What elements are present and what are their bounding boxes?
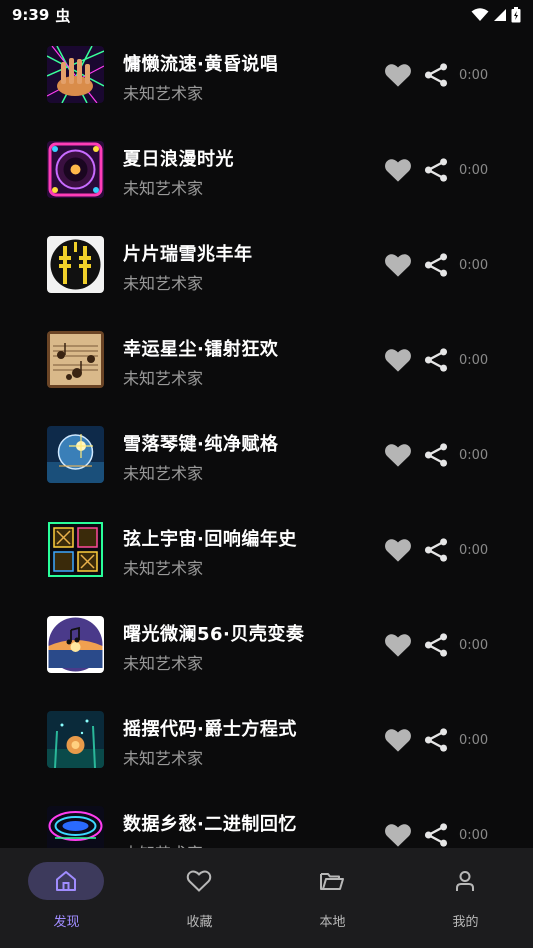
battery-icon [511, 7, 521, 23]
song-duration: 0:00 [459, 638, 489, 653]
nav-tab-mine[interactable]: 我的 [399, 848, 532, 948]
song-duration: 0:00 [459, 543, 489, 558]
song-row[interactable]: 弦上宇宙·回响编年史 未知艺术家 0:00 [0, 503, 533, 598]
status-time: 9:39 [12, 6, 50, 24]
song-duration: 0:00 [459, 353, 489, 368]
song-title: 数据乡愁·二进制回忆 [123, 814, 297, 835]
share-icon[interactable] [423, 157, 449, 183]
song-row[interactable]: 慵懒流速·黄昏说唱 未知艺术家 0:00 [0, 28, 533, 123]
favorite-heart-icon[interactable] [384, 252, 412, 278]
song-artist: 未知艺术家 [123, 84, 204, 103]
share-icon[interactable] [423, 537, 449, 563]
share-icon[interactable] [423, 347, 449, 373]
wifi-icon [471, 8, 489, 21]
favorite-heart-icon[interactable] [384, 632, 412, 658]
song-duration: 0:00 [459, 828, 489, 843]
song-duration: 0:00 [459, 68, 489, 83]
nav-active-indicator [28, 862, 104, 900]
favorite-heart-icon[interactable] [384, 157, 412, 183]
share-icon[interactable] [423, 822, 449, 848]
share-icon[interactable] [423, 442, 449, 468]
nav-label-local: 本地 [319, 915, 346, 930]
status-indicators [471, 7, 521, 23]
song-list[interactable]: 慵懒流速·黄昏说唱 未知艺术家 0:00 夏日浪漫时光 未知艺术家 0:00 片… [0, 28, 533, 848]
nav-tab-discover[interactable]: 发现 [0, 848, 133, 948]
song-duration: 0:00 [459, 258, 489, 273]
song-artist: 未知艺术家 [123, 464, 204, 483]
song-row[interactable]: 摇摆代码·爵士方程式 未知艺术家 0:00 [0, 693, 533, 788]
album-cover [47, 331, 104, 388]
song-title: 雪落琴键·纯净赋格 [123, 434, 279, 455]
album-cover [47, 521, 104, 578]
song-title: 曙光微澜56·贝壳变奏 [123, 624, 305, 645]
share-icon[interactable] [423, 727, 449, 753]
song-title: 弦上宇宙·回响编年史 [123, 529, 297, 550]
folder-open-icon [320, 873, 344, 890]
song-title: 摇摆代码·爵士方程式 [123, 719, 297, 740]
user-icon [456, 871, 474, 891]
album-cover [47, 711, 104, 768]
home-icon [56, 871, 76, 891]
song-title: 夏日浪漫时光 [123, 149, 234, 170]
share-icon[interactable] [423, 252, 449, 278]
heart-outline-icon [186, 870, 212, 892]
favorite-heart-icon[interactable] [384, 62, 412, 88]
song-artist: 未知艺术家 [123, 274, 204, 293]
song-row[interactable]: 曙光微澜56·贝壳变奏 未知艺术家 0:00 [0, 598, 533, 693]
song-artist: 未知艺术家 [123, 654, 204, 673]
share-icon[interactable] [423, 632, 449, 658]
song-duration: 0:00 [459, 163, 489, 178]
bottom-navigation: 发现 收藏 本地 我的 [0, 848, 533, 948]
song-title: 幸运星尘·镭射狂欢 [123, 339, 279, 360]
song-duration: 0:00 [459, 733, 489, 748]
song-title: 片片瑞雪兆丰年 [123, 244, 253, 265]
album-cover [47, 616, 104, 673]
album-cover [47, 426, 104, 483]
album-cover [47, 236, 104, 293]
song-row[interactable]: 雪落琴键·纯净赋格 未知艺术家 0:00 [0, 408, 533, 503]
favorite-heart-icon[interactable] [384, 442, 412, 468]
song-row[interactable]: 数据乡愁·二进制回忆 未知艺术家 0:00 [0, 788, 533, 848]
nav-label-mine: 我的 [452, 915, 479, 930]
favorite-heart-icon[interactable] [384, 347, 412, 373]
song-artist: 未知艺术家 [123, 840, 203, 848]
song-artist: 未知艺术家 [123, 559, 204, 578]
signal-icon [494, 9, 506, 21]
share-icon[interactable] [423, 62, 449, 88]
nav-label-favorites: 收藏 [186, 915, 213, 930]
song-artist: 未知艺术家 [123, 369, 204, 388]
song-duration: 0:00 [459, 448, 489, 463]
favorite-heart-icon[interactable] [384, 727, 412, 753]
song-artist: 未知艺术家 [123, 179, 204, 198]
album-cover [47, 46, 104, 103]
nav-tab-local[interactable]: 本地 [266, 848, 399, 948]
song-row[interactable]: 夏日浪漫时光 未知艺术家 0:00 [0, 123, 533, 218]
album-cover [47, 141, 104, 198]
album-cover [47, 806, 104, 848]
song-artist: 未知艺术家 [123, 749, 204, 768]
nav-label-discover: 发现 [53, 915, 80, 930]
nav-tab-favorites[interactable]: 收藏 [133, 848, 266, 948]
favorite-heart-icon[interactable] [384, 822, 412, 848]
status-bar: 9:39 虫 [0, 0, 533, 30]
favorite-heart-icon[interactable] [384, 537, 412, 563]
app-notification-icon: 虫 [55, 6, 71, 25]
song-title: 慵懒流速·黄昏说唱 [123, 54, 279, 75]
song-row[interactable]: 片片瑞雪兆丰年 未知艺术家 0:00 [0, 218, 533, 313]
song-row[interactable]: 幸运星尘·镭射狂欢 未知艺术家 0:00 [0, 313, 533, 408]
